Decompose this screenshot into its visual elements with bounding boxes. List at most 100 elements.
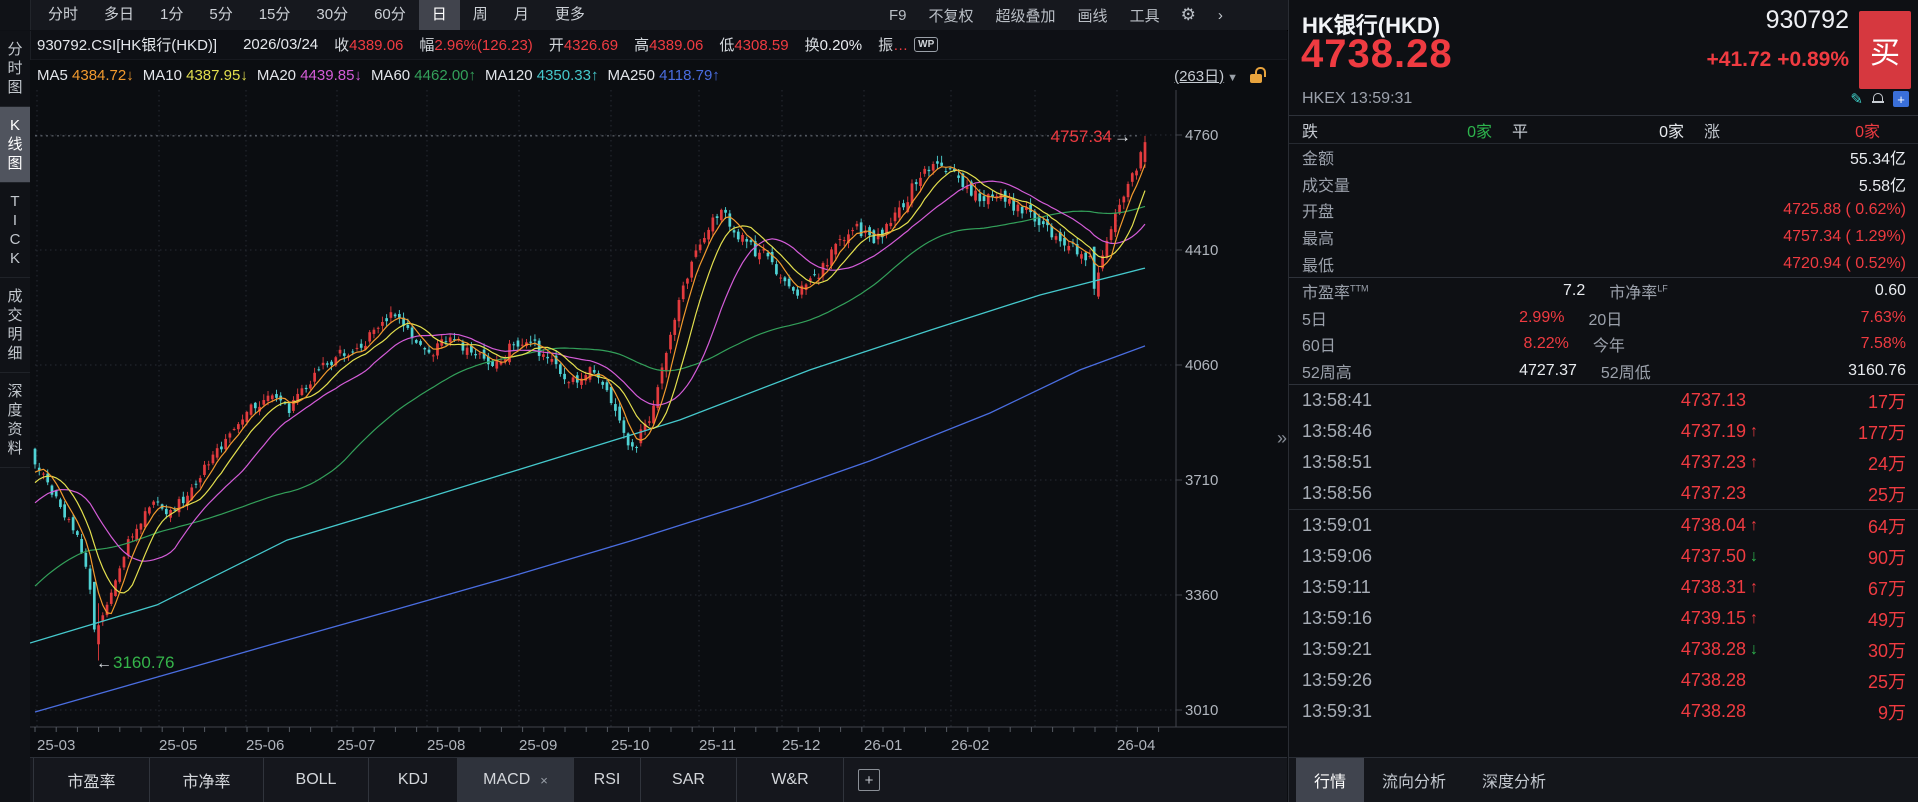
info-换: 换0.20% bbox=[805, 34, 863, 55]
add-indicator-button[interactable]: + bbox=[858, 769, 880, 791]
svg-text:4410: 4410 bbox=[1185, 242, 1218, 259]
ma-value-MA10: MA10 4387.95↓ bbox=[143, 67, 248, 84]
stat-row-开盘: 开盘4725.88 ( 0.62%) bbox=[1289, 197, 1918, 224]
symbol-label: 930792.CSI[HK银行(HKD)] bbox=[37, 34, 217, 55]
market-breadth-row: 跌0家平0家涨0家 bbox=[1289, 116, 1918, 144]
svg-text:→: → bbox=[1114, 127, 1131, 146]
period-tab-30分[interactable]: 30分 bbox=[303, 0, 361, 30]
period-tabs: 分时多日1分5分15分30分60分日周月更多 bbox=[35, 0, 598, 30]
quote-time: 13:59:31 bbox=[1350, 90, 1412, 107]
sidebar: 分时图K线图TICK成交明细深度资料 bbox=[0, 31, 31, 802]
breadth-涨: 涨0家 bbox=[1704, 118, 1880, 142]
info-开: 开4326.69 bbox=[549, 34, 618, 55]
change-percent: +0.89% bbox=[1777, 48, 1849, 71]
wp-icon[interactable]: WP bbox=[914, 37, 938, 52]
indicator-tab-SAR[interactable]: SAR bbox=[641, 758, 737, 802]
period-tab-日[interactable]: 日 bbox=[419, 0, 460, 30]
period-range-selector[interactable]: (263日)▼ bbox=[1174, 65, 1238, 86]
sidebar-item-深度资料[interactable]: 深度资料 bbox=[0, 373, 30, 468]
sidebar-item-分时图[interactable]: 分时图 bbox=[0, 31, 30, 107]
tick-row: 13:59:064737.50↓90万 bbox=[1289, 541, 1918, 572]
ma-values: MA5 4384.72↓MA10 4387.95↓MA20 4439.85↓MA… bbox=[30, 67, 729, 84]
period-tab-15分[interactable]: 15分 bbox=[246, 0, 304, 30]
indicator-tab-市净率[interactable]: 市净率 bbox=[150, 758, 264, 802]
chart-area: MA5 4384.72↓MA10 4387.95↓MA20 4439.85↓MA… bbox=[30, 60, 1287, 802]
svg-text:25-11: 25-11 bbox=[699, 737, 736, 754]
sidebar-item-K线图[interactable]: K线图 bbox=[0, 107, 30, 183]
toolbar-corner bbox=[0, 0, 31, 30]
period-tab-60分[interactable]: 60分 bbox=[361, 0, 419, 30]
lock-icon[interactable] bbox=[1250, 67, 1265, 84]
period-tab-多日[interactable]: 多日 bbox=[91, 0, 147, 30]
tick-row: 13:59:314738.289万 bbox=[1289, 696, 1918, 727]
arrow-up-icon: ↑ bbox=[1746, 423, 1776, 441]
panel-tab-深度分析[interactable]: 深度分析 bbox=[1464, 758, 1564, 802]
exchange: HKEX bbox=[1302, 90, 1346, 107]
info-高: 高4389.06 bbox=[634, 34, 703, 55]
stat-row-市盈率: 市盈率TTM7.2市净率LF0.60 bbox=[1289, 278, 1918, 305]
period-tab-周[interactable]: 周 bbox=[460, 0, 501, 30]
ma-value-MA120: MA120 4350.33↑ bbox=[485, 67, 598, 84]
toolbar-item-不复权[interactable]: 不复权 bbox=[918, 5, 985, 26]
indicator-tab-市盈率[interactable]: 市盈率 bbox=[33, 758, 150, 802]
panel-tab-行情[interactable]: 行情 bbox=[1296, 758, 1364, 802]
change-value: +41.72 bbox=[1707, 48, 1772, 71]
quote-header-icons: ✎ + bbox=[1850, 90, 1909, 108]
buy-button[interactable]: 买 bbox=[1859, 11, 1911, 89]
arrow-down-icon: ↓ bbox=[1746, 641, 1776, 659]
svg-text:25-09: 25-09 bbox=[519, 737, 557, 754]
indicator-tab-W&R[interactable]: W&R bbox=[737, 758, 844, 802]
app-root: 分时多日1分5分15分30分60分日周月更多 F9不复权超级叠加画线工具⚙› 9… bbox=[0, 0, 1918, 802]
close-icon[interactable]: × bbox=[540, 773, 548, 788]
info-低: 低4308.59 bbox=[719, 34, 788, 55]
indicator-tab-KDJ[interactable]: KDJ bbox=[369, 758, 458, 802]
ma-bar: MA5 4384.72↓MA10 4387.95↓MA20 4439.85↓MA… bbox=[30, 60, 1287, 90]
svg-text:25-07: 25-07 bbox=[337, 737, 375, 754]
period-tab-5分[interactable]: 5分 bbox=[196, 0, 245, 30]
toolbar-item-F9[interactable]: F9 bbox=[878, 7, 918, 24]
panel-collapse-handle[interactable]: » bbox=[1277, 428, 1287, 449]
svg-text:4760: 4760 bbox=[1185, 127, 1218, 144]
sidebar-item-TICK[interactable]: TICK bbox=[0, 183, 30, 278]
svg-text:26-02: 26-02 bbox=[951, 737, 989, 754]
add-watchlist-icon[interactable]: + bbox=[1893, 91, 1909, 107]
period-controls: (263日)▼ bbox=[1174, 60, 1265, 90]
indicator-tab-RSI[interactable]: RSI bbox=[574, 758, 641, 802]
period-range-label: (263日) bbox=[1174, 68, 1224, 85]
alert-bell-icon[interactable] bbox=[1872, 93, 1884, 105]
tick-row: 13:59:214738.28↓30万 bbox=[1289, 634, 1918, 665]
arrow-up-icon: ↑ bbox=[1746, 579, 1776, 597]
indicator-tab-BOLL[interactable]: BOLL bbox=[264, 758, 369, 802]
chevron-right-icon[interactable]: › bbox=[1206, 7, 1235, 24]
chevron-down-icon: ▼ bbox=[1227, 72, 1238, 84]
period-tab-月[interactable]: 月 bbox=[501, 0, 542, 30]
panel-tab-流向分析[interactable]: 流向分析 bbox=[1364, 758, 1464, 802]
candlestick-chart[interactable]: 47604410406037103360301025-0325-0525-062… bbox=[30, 90, 1287, 757]
date-label: 2026/03/24 bbox=[243, 36, 318, 53]
svg-text:3710: 3710 bbox=[1185, 472, 1218, 489]
edit-icon[interactable]: ✎ bbox=[1850, 90, 1863, 108]
ma-value-MA20: MA20 4439.85↓ bbox=[257, 67, 362, 84]
tick-list[interactable]: 13:58:414737.1317万13:58:464737.19↑177万13… bbox=[1289, 385, 1918, 727]
tick-row: 13:59:014738.04↑64万 bbox=[1289, 510, 1918, 541]
svg-text:3160.76: 3160.76 bbox=[113, 653, 174, 672]
svg-text:25-06: 25-06 bbox=[246, 737, 284, 754]
svg-text:4757.34: 4757.34 bbox=[1051, 127, 1112, 146]
period-tab-1分[interactable]: 1分 bbox=[147, 0, 196, 30]
svg-text:25-08: 25-08 bbox=[427, 737, 465, 754]
tick-row: 13:58:464737.19↑177万 bbox=[1289, 416, 1918, 447]
svg-text:4060: 4060 bbox=[1185, 357, 1218, 374]
stock-code: 930792 bbox=[1766, 6, 1849, 35]
period-tab-分时[interactable]: 分时 bbox=[35, 0, 91, 30]
toolbar-item-工具[interactable]: 工具 bbox=[1119, 5, 1171, 26]
info-bar: 930792.CSI[HK银行(HKD)]2026/03/24收4389.06幅… bbox=[0, 30, 1287, 60]
toolbar-item-超级叠加[interactable]: 超级叠加 bbox=[985, 5, 1067, 26]
stat-row-金额: 金额55.34亿 bbox=[1289, 144, 1918, 171]
tick-row: 13:59:264738.2825万 bbox=[1289, 665, 1918, 696]
indicator-tab-MACD[interactable]: MACD× bbox=[458, 758, 574, 802]
period-tab-更多[interactable]: 更多 bbox=[542, 0, 598, 30]
toolbar-item-画线[interactable]: 画线 bbox=[1067, 5, 1119, 26]
info-幅: 幅2.96%(126.23) bbox=[419, 34, 532, 55]
gear-icon[interactable]: ⚙ bbox=[1171, 5, 1206, 25]
sidebar-item-成交明细[interactable]: 成交明细 bbox=[0, 278, 30, 373]
